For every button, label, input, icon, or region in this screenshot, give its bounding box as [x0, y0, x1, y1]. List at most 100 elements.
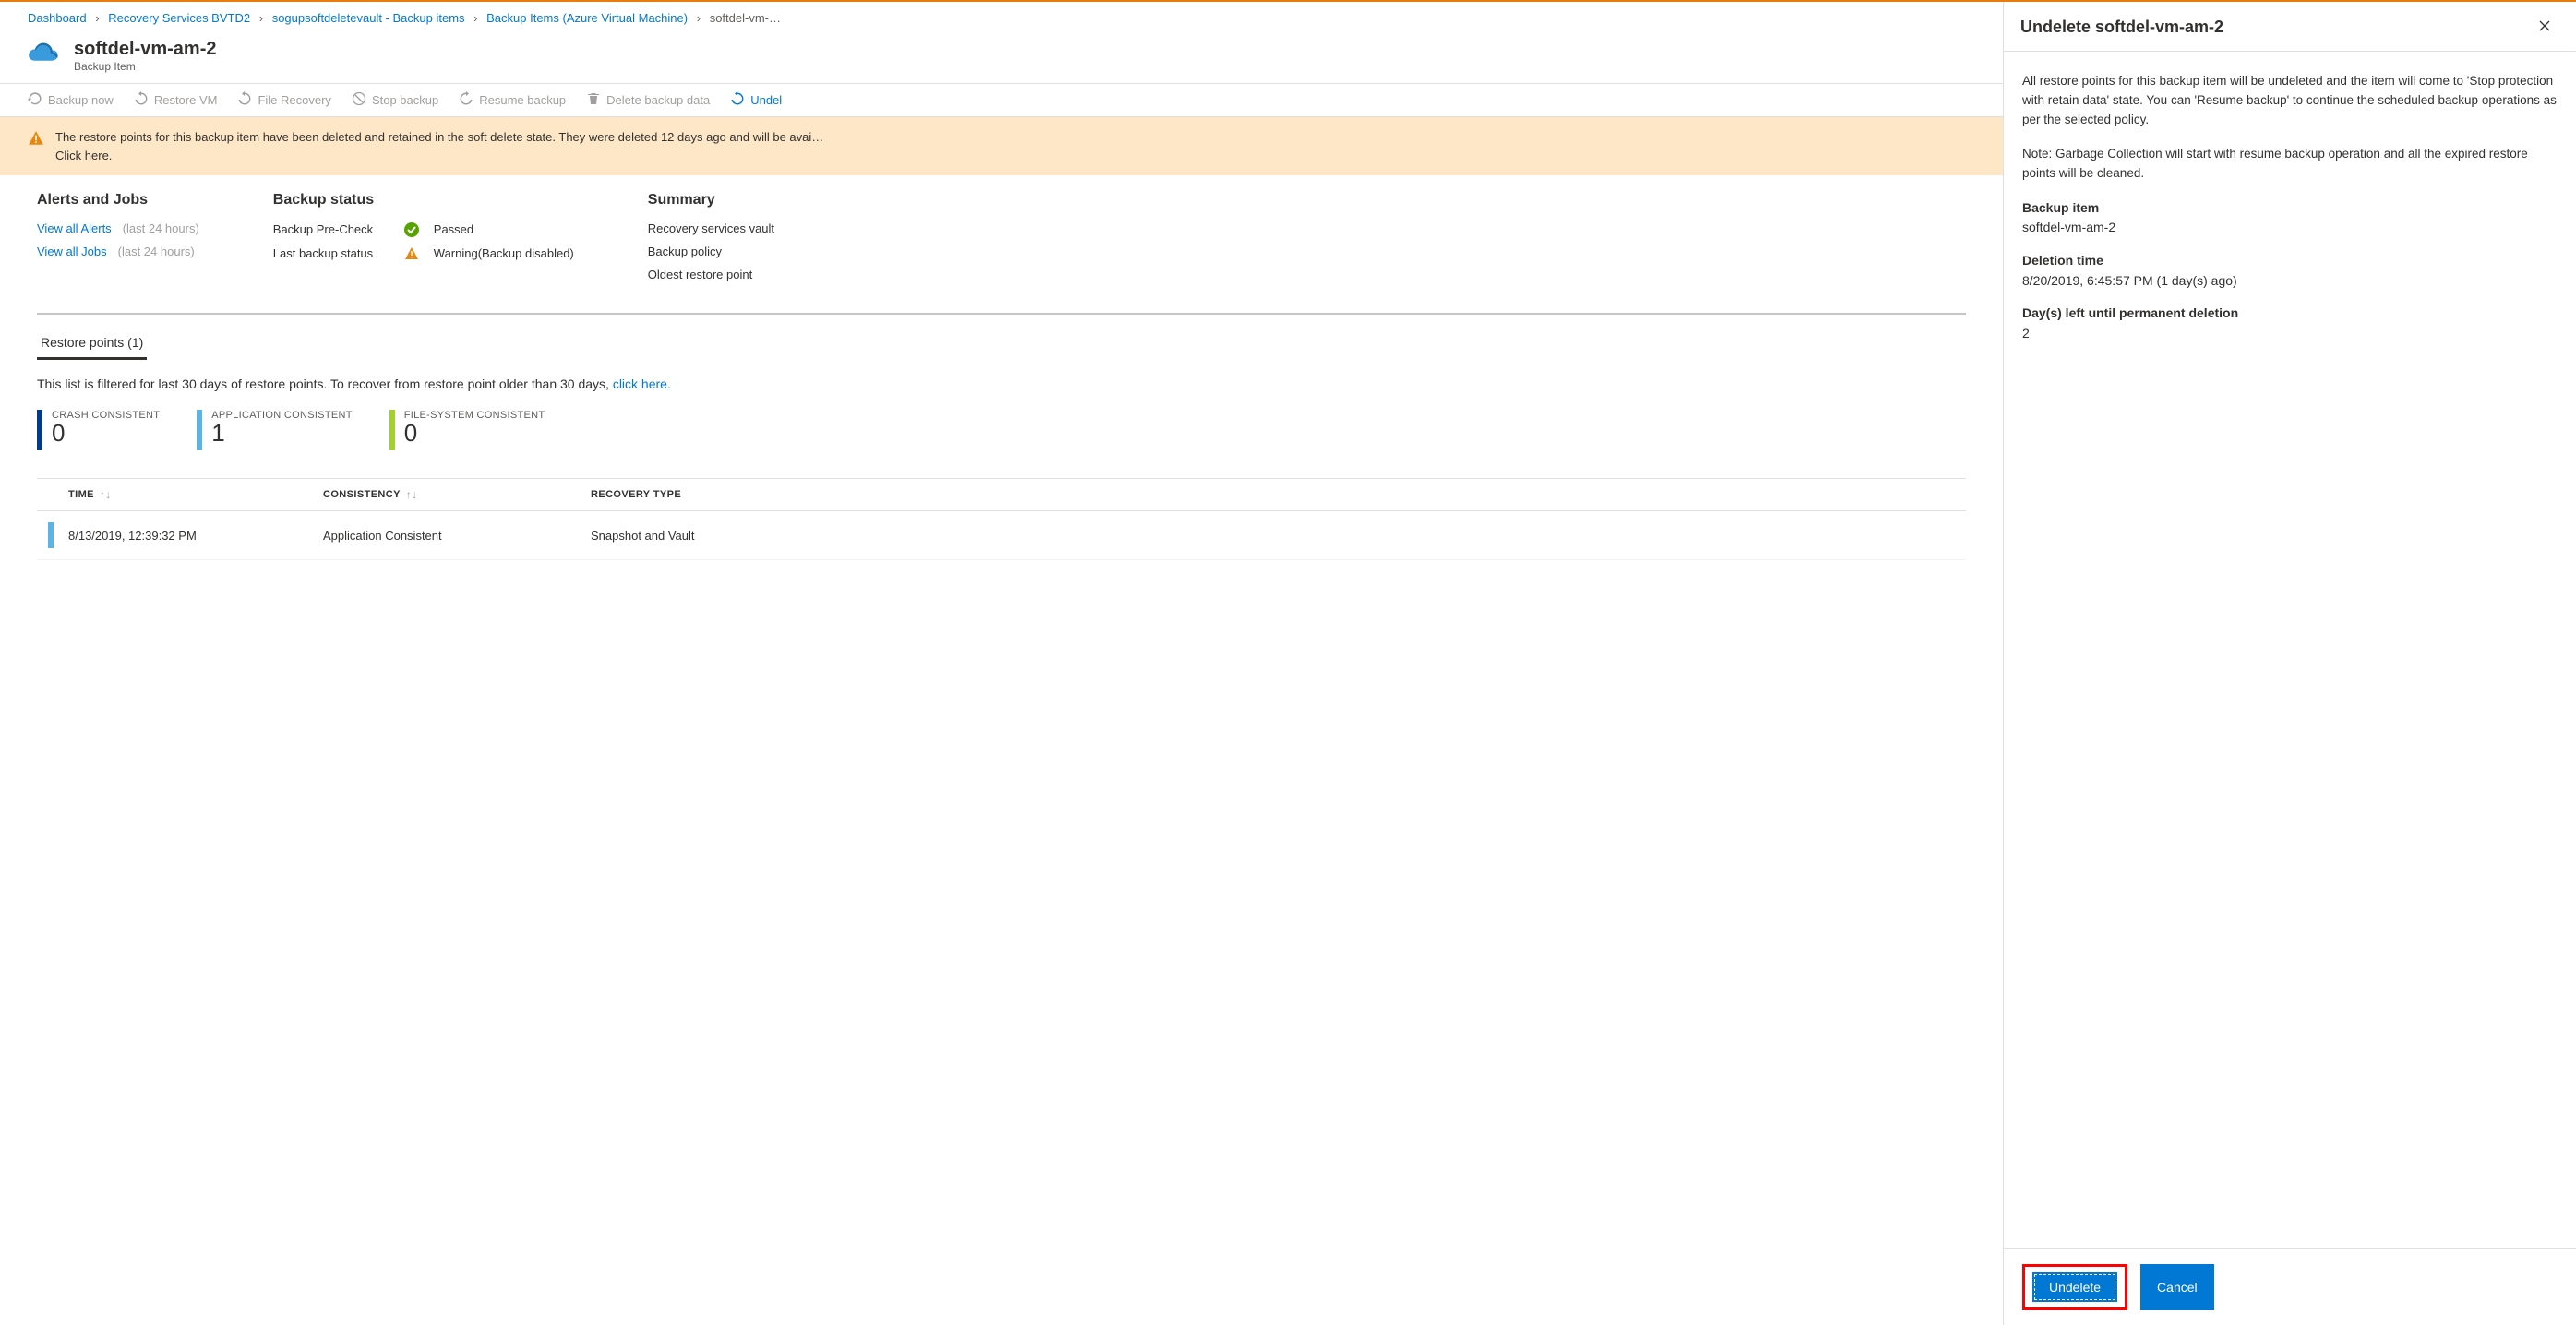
- restore-icon: [237, 91, 252, 109]
- deletion-time-label: Deletion time: [2022, 251, 2558, 271]
- section-divider: [37, 313, 1966, 315]
- soft-delete-banner: The restore points for this backup item …: [0, 117, 2003, 175]
- backup-item-label: Backup item: [2022, 198, 2558, 219]
- toolbar-label: Backup now: [48, 93, 114, 107]
- col-header-consistency[interactable]: CONSISTENCY ↑↓: [323, 488, 591, 501]
- col-header-time[interactable]: TIME ↑↓: [65, 488, 323, 501]
- blade-footer: Undelete Cancel: [2004, 1248, 2576, 1325]
- counter-label: APPLICATION CONSISTENT: [211, 410, 352, 421]
- breadcrumb-recovery-services[interactable]: Recovery Services BVTD2: [108, 11, 250, 25]
- restore-vm-button: Restore VM: [134, 91, 218, 109]
- stop-backup-button: Stop backup: [352, 91, 438, 109]
- undelete-confirm-button[interactable]: Undelete: [2032, 1272, 2117, 1302]
- toolbar-label: Stop backup: [372, 93, 438, 107]
- summary-vault-label: Recovery services vault: [648, 221, 774, 235]
- time-range-label: (last 24 hours): [118, 245, 195, 258]
- precheck-value: Passed: [434, 222, 473, 236]
- days-left-label: Day(s) left until permanent deletion: [2022, 304, 2558, 324]
- warning-icon: [404, 246, 423, 262]
- breadcrumb-sep: ›: [473, 11, 477, 25]
- tab-restore-points[interactable]: Restore points (1): [37, 328, 147, 360]
- backup-item-icon: [28, 38, 61, 74]
- breadcrumb-dashboard[interactable]: Dashboard: [28, 11, 87, 25]
- time-range-label: (last 24 hours): [123, 221, 199, 235]
- cell-consistency: Application Consistent: [323, 529, 591, 543]
- counter-bar: [37, 410, 42, 450]
- summary-oldest-label: Oldest restore point: [648, 268, 752, 281]
- section-title: Backup status: [273, 192, 574, 209]
- blade-description-2: Note: Garbage Collection will start with…: [2022, 145, 2558, 184]
- counter-label: FILE-SYSTEM CONSISTENT: [404, 410, 545, 421]
- panel-body: Alerts and Jobs View all Alerts (last 24…: [0, 175, 2003, 577]
- view-all-alerts-link[interactable]: View all Alerts: [37, 221, 112, 235]
- backup-item-value: softdel-vm-am-2: [2022, 218, 2558, 238]
- counter-value: 0: [52, 421, 160, 445]
- blade-body: All restore points for this backup item …: [2004, 52, 2576, 1248]
- filter-note: This list is filtered for last 30 days o…: [37, 376, 1966, 391]
- breadcrumb-vault[interactable]: sogupsoftdeletevault - Backup items: [272, 11, 465, 25]
- backup-status-section: Backup status Backup Pre-Check Passed La…: [273, 192, 574, 291]
- filter-note-link[interactable]: click here.: [613, 376, 671, 391]
- cell-recovery: Snapshot and Vault: [591, 529, 1966, 543]
- counter-value: 0: [404, 421, 545, 445]
- last-backup-label: Last backup status: [273, 246, 393, 260]
- toolbar-label: Delete backup data: [606, 93, 710, 107]
- alerts-and-jobs-section: Alerts and Jobs View all Alerts (last 24…: [37, 192, 199, 291]
- section-title: Alerts and Jobs: [37, 192, 199, 209]
- stop-icon: [352, 91, 366, 109]
- counter-bar: [197, 410, 202, 450]
- sort-icon: ↑↓: [406, 488, 418, 501]
- toolbar: Backup now Restore VM File Recovery Stop…: [0, 83, 2003, 117]
- summary-policy-label: Backup policy: [648, 245, 722, 258]
- counter-application: APPLICATION CONSISTENT 1: [197, 410, 352, 450]
- breadcrumb-sep: ›: [697, 11, 701, 25]
- warning-icon: [28, 130, 44, 152]
- restore-points-grid: TIME ↑↓ CONSISTENCY ↑↓ RECOVERY TYPE 8/1…: [37, 478, 1966, 560]
- delete-backup-button: Delete backup data: [586, 91, 710, 109]
- banner-text: The restore points for this backup item …: [55, 130, 823, 144]
- backup-now-button: Backup now: [28, 91, 114, 109]
- col-header-recovery[interactable]: RECOVERY TYPE: [591, 489, 1966, 500]
- restore-icon: [730, 91, 745, 109]
- precheck-label: Backup Pre-Check: [273, 222, 393, 236]
- counter-crash: CRASH CONSISTENT 0: [37, 410, 160, 450]
- page-subtitle: Backup Item: [74, 60, 216, 73]
- undelete-button[interactable]: Undel: [730, 91, 782, 109]
- consistency-counters: CRASH CONSISTENT 0 APPLICATION CONSISTEN…: [37, 410, 1966, 450]
- blade-title: Undelete softdel-vm-am-2: [2020, 18, 2223, 37]
- tabs: Restore points (1): [37, 328, 1966, 360]
- blade-description-1: All restore points for this backup item …: [2022, 72, 2558, 130]
- section-title: Summary: [648, 192, 774, 209]
- page-title-row: softdel-vm-am-2 Backup Item: [0, 32, 2003, 83]
- days-left-value: 2: [2022, 324, 2558, 344]
- breadcrumb-sep: ›: [95, 11, 99, 25]
- toolbar-label: Restore VM: [154, 93, 218, 107]
- counter-value: 1: [211, 421, 352, 445]
- undelete-blade: Undelete softdel-vm-am-2 All restore poi…: [2004, 2, 2576, 1325]
- close-icon: [2537, 22, 2552, 36]
- cancel-button[interactable]: Cancel: [2140, 1264, 2214, 1310]
- cell-time: 8/13/2019, 12:39:32 PM: [65, 529, 323, 543]
- view-all-jobs-link[interactable]: View all Jobs: [37, 245, 107, 258]
- breadcrumb-sep: ›: [259, 11, 263, 25]
- file-recovery-button: File Recovery: [237, 91, 330, 109]
- counter-filesystem: FILE-SYSTEM CONSISTENT 0: [389, 410, 545, 450]
- page-title: softdel-vm-am-2: [74, 39, 216, 60]
- sort-icon: ↑↓: [100, 488, 112, 501]
- banner-click-here[interactable]: Click here.: [55, 149, 112, 162]
- grid-header: TIME ↑↓ CONSISTENCY ↑↓ RECOVERY TYPE: [37, 478, 1966, 511]
- toolbar-label: Undel: [750, 93, 782, 107]
- undelete-highlight: Undelete: [2022, 1264, 2127, 1310]
- resume-backup-button: Resume backup: [459, 91, 566, 109]
- restore-icon: [134, 91, 149, 109]
- breadcrumb-backup-items[interactable]: Backup Items (Azure Virtual Machine): [486, 11, 688, 25]
- app-root: Dashboard › Recovery Services BVTD2 › so…: [0, 0, 2576, 1325]
- main-column: Dashboard › Recovery Services BVTD2 › so…: [0, 2, 2004, 1325]
- close-button[interactable]: [2534, 15, 2556, 40]
- success-icon: [404, 221, 423, 237]
- toolbar-label: Resume backup: [479, 93, 566, 107]
- breadcrumb: Dashboard › Recovery Services BVTD2 › so…: [0, 2, 2003, 32]
- summary-section: Summary Recovery services vault Backup p…: [648, 192, 774, 291]
- deletion-time-value: 8/20/2019, 6:45:57 PM (1 day(s) ago): [2022, 271, 2558, 292]
- table-row[interactable]: 8/13/2019, 12:39:32 PM Application Consi…: [37, 511, 1966, 560]
